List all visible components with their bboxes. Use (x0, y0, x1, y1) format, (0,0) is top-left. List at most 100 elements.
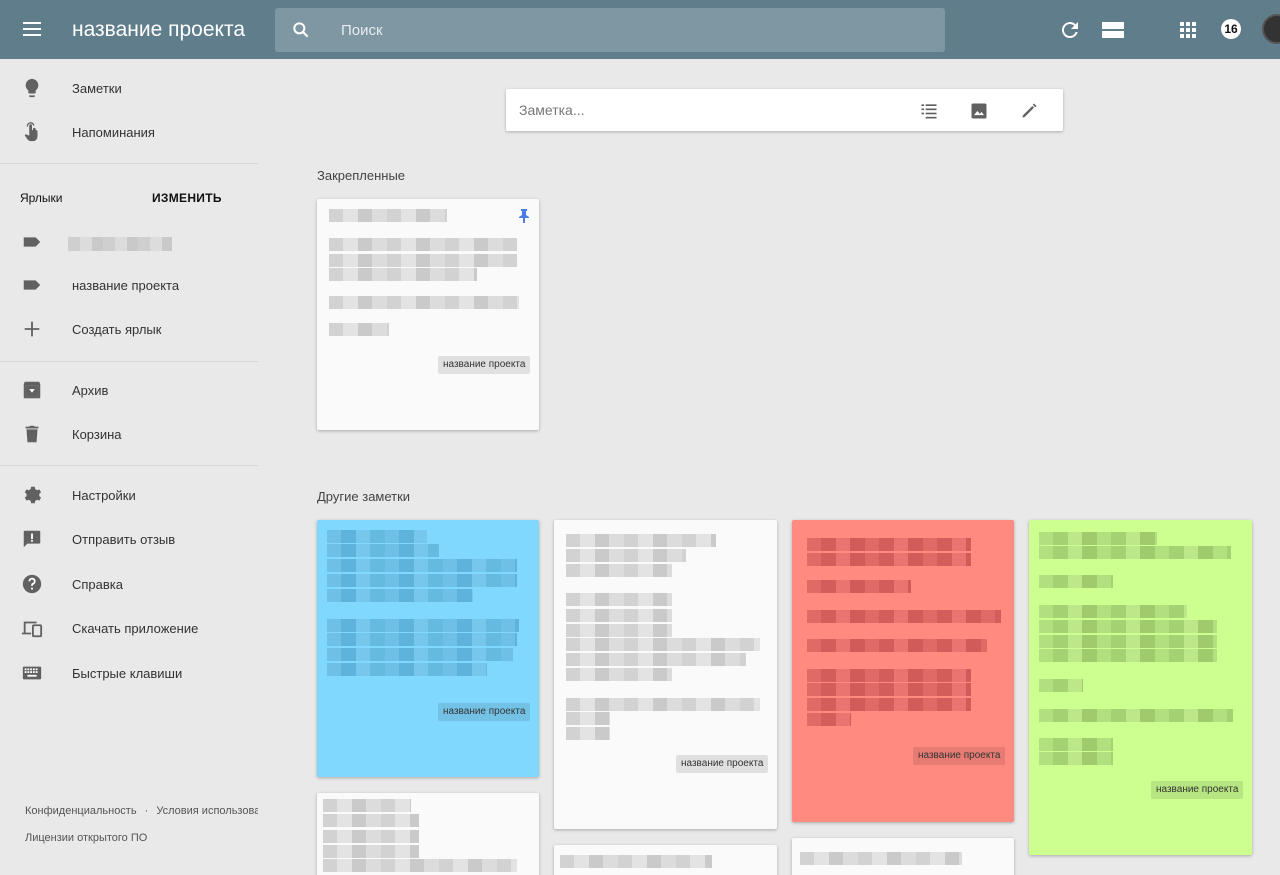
app-title: название проекта (72, 18, 246, 41)
blurred-text-line (807, 610, 1001, 623)
blurred-text-line (566, 638, 760, 651)
blurred-text-line (566, 534, 716, 547)
sidebar-item-label: Напоминания (72, 125, 155, 140)
blurred-text-line (329, 238, 517, 251)
sidebar-item-reminders[interactable]: Напоминания (0, 111, 260, 155)
note-card[interactable] (792, 838, 1014, 875)
sidebar-item-label: Скачать приложение (72, 621, 199, 636)
blurred-text-line (566, 668, 672, 681)
blurred-text-line (323, 799, 411, 812)
edit-labels-button[interactable]: ИЗМЕНИТЬ (152, 191, 222, 205)
sidebar-item-shortcuts[interactable]: Быстрые клавиши (0, 652, 260, 696)
labels-heading: Ярлыки (20, 191, 63, 205)
blurred-text-line (327, 559, 517, 572)
separator-dot: · (144, 805, 149, 817)
blurred-text-line (807, 553, 971, 566)
pin-icon[interactable] (518, 209, 530, 223)
licenses-link[interactable]: Лицензии открытого ПО (25, 832, 147, 844)
gear-icon (24, 486, 42, 504)
sidebar: Заметки Напоминания Ярлыки ИЗМЕНИТЬ назв… (0, 59, 260, 875)
sidebar-item-label: Создать ярлык (72, 322, 162, 337)
trash-icon (25, 425, 39, 443)
blurred-text-line (323, 845, 419, 858)
search-input[interactable]: Поиск (341, 22, 383, 39)
note-label-chip[interactable]: название проекта (676, 755, 769, 773)
note-label-chip[interactable]: название проекта (438, 703, 531, 721)
blurred-text-line (327, 663, 487, 676)
apps-grid-icon[interactable] (1176, 18, 1200, 42)
blurred-text-line (566, 593, 672, 606)
blurred-text-line (807, 538, 971, 551)
note-label-chip[interactable]: название проекта (438, 356, 531, 374)
lightbulb-icon (25, 78, 39, 98)
blurred-text-line (1039, 709, 1233, 722)
blurred-text-line (560, 855, 712, 868)
note-card[interactable] (317, 793, 539, 875)
blurred-text-line (566, 712, 610, 725)
blurred-text-line (566, 624, 672, 637)
sidebar-item-label: название проекта (72, 278, 180, 293)
blurred-text-line (1039, 605, 1187, 618)
blurred-text-line (807, 580, 911, 593)
blurred-text-line (329, 209, 447, 222)
note-label-chip[interactable]: название проекта (1151, 781, 1244, 799)
blurred-text-line (807, 698, 971, 711)
reminder-hand-icon (24, 122, 38, 142)
sidebar-item-settings[interactable]: Настройки (0, 474, 260, 518)
blurred-text-line (566, 549, 686, 562)
blurred-text-line (566, 727, 610, 740)
blurred-text-line (327, 589, 473, 602)
blurred-text-line (566, 653, 746, 666)
checklist-icon[interactable] (919, 101, 939, 121)
blurred-text-line (807, 683, 971, 696)
main-menu-icon[interactable] (20, 18, 44, 42)
blurred-text-line (327, 619, 519, 632)
others-heading: Другие заметки (317, 489, 411, 504)
note-input[interactable]: Заметка... (519, 102, 585, 118)
sidebar-item-download-app[interactable]: Скачать приложение (0, 607, 260, 651)
blurred-text-line (329, 323, 389, 336)
privacy-link[interactable]: Конфиденциальность (25, 805, 137, 817)
divider (0, 163, 258, 164)
sidebar-item-help[interactable]: Справка (0, 563, 260, 607)
image-icon[interactable] (969, 101, 989, 121)
archive-icon (23, 381, 41, 399)
sidebar-item-create-label[interactable]: Создать ярлык (0, 308, 260, 352)
feedback-icon (23, 530, 41, 548)
blurred-text-line (566, 564, 672, 577)
blurred-text-line (1039, 679, 1083, 692)
refresh-icon[interactable] (1058, 18, 1082, 42)
blurred-text-line (1039, 620, 1217, 633)
take-note-bar[interactable]: Заметка... (506, 89, 1063, 131)
note-card-red[interactable]: название проекта (792, 520, 1014, 822)
sidebar-item-feedback[interactable]: Отправить отзыв (0, 518, 260, 562)
pinned-note-card[interactable]: название проекта (317, 199, 539, 430)
blurred-text-line (1039, 546, 1231, 559)
search-bar[interactable]: Поиск (275, 8, 945, 52)
note-card-green[interactable]: название проекта (1029, 520, 1252, 855)
note-label-chip[interactable]: название проекта (913, 747, 1006, 765)
list-view-icon[interactable] (1101, 18, 1125, 42)
note-card[interactable]: название проекта (554, 520, 777, 829)
blurred-text-line (1039, 649, 1217, 662)
account-avatar[interactable] (1262, 14, 1280, 44)
note-card-blue[interactable]: название проекта (317, 520, 539, 777)
note-card[interactable] (554, 845, 777, 875)
top-app-bar: название проекта Поиск 16 (0, 0, 1280, 59)
sidebar-item-label: Быстрые клавиши (72, 666, 183, 681)
blurred-text-line (327, 544, 439, 557)
sidebar-item-notes[interactable]: Заметки (0, 67, 260, 111)
sidebar-item-archive[interactable]: Архив (0, 369, 260, 413)
terms-link[interactable]: Условия использования (156, 805, 258, 817)
blurred-text-line (327, 530, 427, 543)
drawing-pen-icon[interactable] (1019, 101, 1039, 121)
blurred-text-line (323, 814, 419, 827)
sidebar-item-label-project[interactable]: название проекта (0, 264, 260, 308)
blurred-text-line (1039, 738, 1113, 751)
blurred-text-line (1039, 575, 1113, 588)
blurred-text-line (323, 859, 517, 872)
sidebar-item-trash[interactable]: Корзина (0, 413, 260, 457)
notifications-badge[interactable]: 16 (1221, 19, 1241, 39)
blurred-text-line (807, 713, 851, 726)
blurred-text-line (329, 268, 477, 281)
